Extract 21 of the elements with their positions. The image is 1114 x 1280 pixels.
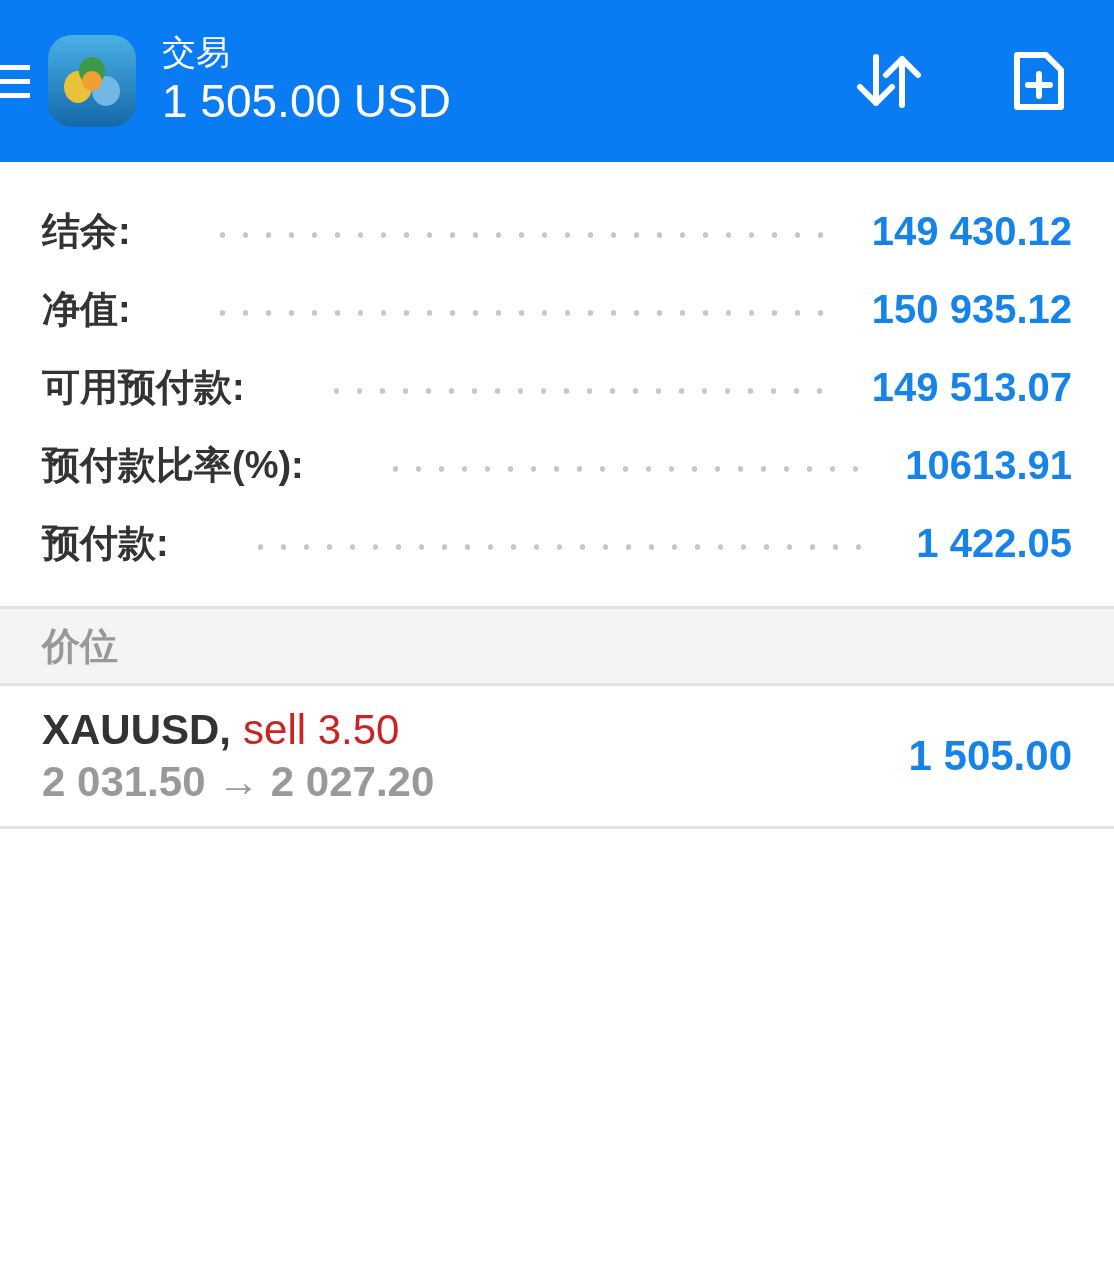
- summary-value: 149 430.12: [871, 208, 1072, 254]
- section-title: 价位: [42, 623, 118, 669]
- screen-title: 交易: [162, 32, 231, 72]
- summary-value: 149 513.07: [871, 364, 1072, 410]
- sort-icon[interactable]: [856, 53, 922, 109]
- summary-label: 净值:: [42, 286, 131, 332]
- summary-value: 10613.91: [905, 442, 1072, 488]
- app-logo-icon[interactable]: [48, 35, 136, 127]
- position-profit: 1 505.00: [908, 732, 1072, 780]
- summary-label: 预付款比率(%):: [42, 442, 304, 488]
- position-row[interactable]: XAUUSD, sell 3.50 2 031.50 → 2 027.20 1 505.00: [0, 686, 1114, 829]
- summary-label: 结余:: [42, 208, 131, 254]
- summary-value: 150 935.12: [871, 286, 1072, 332]
- position-prices: 2 031.50 → 2 027.20: [42, 757, 436, 807]
- position-symbol: XAUUSD,: [42, 705, 232, 755]
- new-order-icon[interactable]: [1012, 50, 1066, 112]
- account-profit: 1 505.00 USD: [162, 74, 452, 129]
- summary-label: 预付款:: [42, 520, 169, 566]
- position-type: sell 3.50: [243, 705, 400, 755]
- summary-label: 可用预付款:: [42, 364, 245, 410]
- summary-value: 1 422.05: [916, 520, 1072, 566]
